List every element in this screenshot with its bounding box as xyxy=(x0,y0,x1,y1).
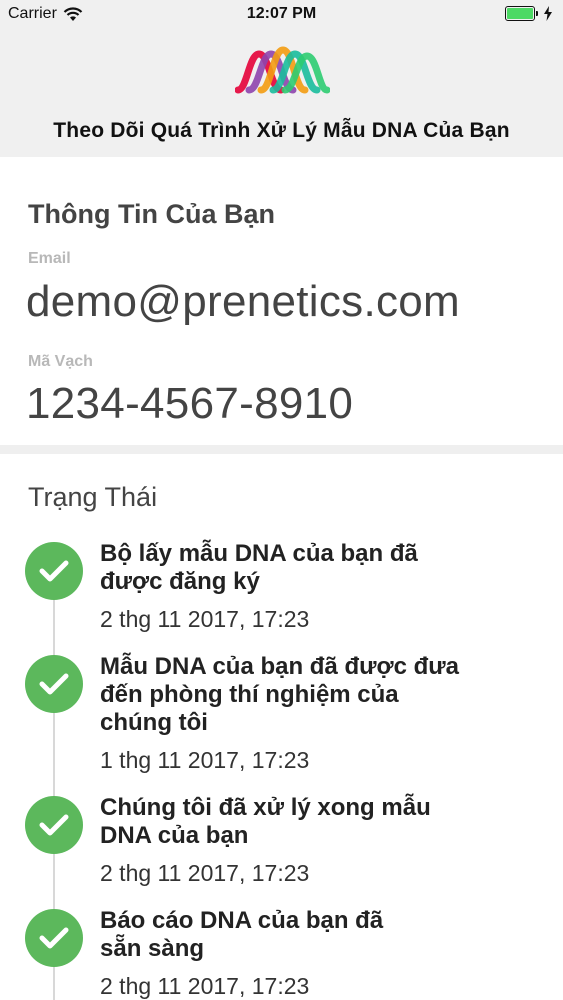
step-title-line: được đăng ký xyxy=(100,568,260,595)
header-title: Theo Dõi Quá Trình Xử Lý Mẫu DNA Của Bạn xyxy=(53,119,510,142)
info-title: Thông Tin Của Bạn xyxy=(28,199,275,229)
check-circle-icon xyxy=(25,655,83,713)
step-title-line: DNA của bạn xyxy=(100,822,249,849)
status-right xyxy=(505,6,553,21)
step-title-line: chúng tôi xyxy=(100,709,208,736)
prenetics-logo xyxy=(235,46,330,94)
step-title-line: Báo cáo DNA của bạn đã xyxy=(100,907,384,934)
status-bar: Carrier 12:07 PM xyxy=(0,0,563,30)
email-label: Email xyxy=(28,250,71,267)
step-title-line: Chúng tôi đã xử lý xong mẫu xyxy=(100,794,431,821)
step-date: 1 thg 11 2017, 17:23 xyxy=(100,747,310,773)
step-date: 2 thg 11 2017, 17:23 xyxy=(100,973,310,999)
step-title-line: sẵn sàng xyxy=(100,935,205,962)
battery-fill xyxy=(507,8,533,19)
check-circle-icon xyxy=(25,909,83,967)
step-title-line: đến phòng thí nghiệm của xyxy=(100,681,399,708)
step-date: 2 thg 11 2017, 17:23 xyxy=(100,606,310,632)
email-value: demo@prenetics.com xyxy=(26,277,461,326)
section-divider xyxy=(0,445,563,454)
check-circle-icon xyxy=(25,796,83,854)
status-title: Trạng Thái xyxy=(28,482,158,512)
battery-icon xyxy=(505,6,538,21)
user-info-section: Thông Tin Của Bạn Email demo@prenetics.c… xyxy=(0,157,563,445)
app-header: Theo Dõi Quá Trình Xử Lý Mẫu DNA Của Bạn xyxy=(0,30,563,157)
step-date: 2 thg 11 2017, 17:23 xyxy=(100,860,310,886)
check-circle-icon xyxy=(25,542,83,600)
step-title-line: Bộ lấy mẫu DNA của bạn đã xyxy=(100,540,418,567)
step-title-line: Mẫu DNA của bạn đã được đưa xyxy=(100,653,459,680)
barcode-label: Mã Vạch xyxy=(28,353,93,370)
barcode-value: 1234-4567-8910 xyxy=(26,379,354,428)
charging-bolt-icon xyxy=(544,6,552,21)
status-section: Trạng Thái Bộ lấy mẫu DNA của bạn đã đượ… xyxy=(0,454,563,1000)
status-time: 12:07 PM xyxy=(246,5,317,22)
